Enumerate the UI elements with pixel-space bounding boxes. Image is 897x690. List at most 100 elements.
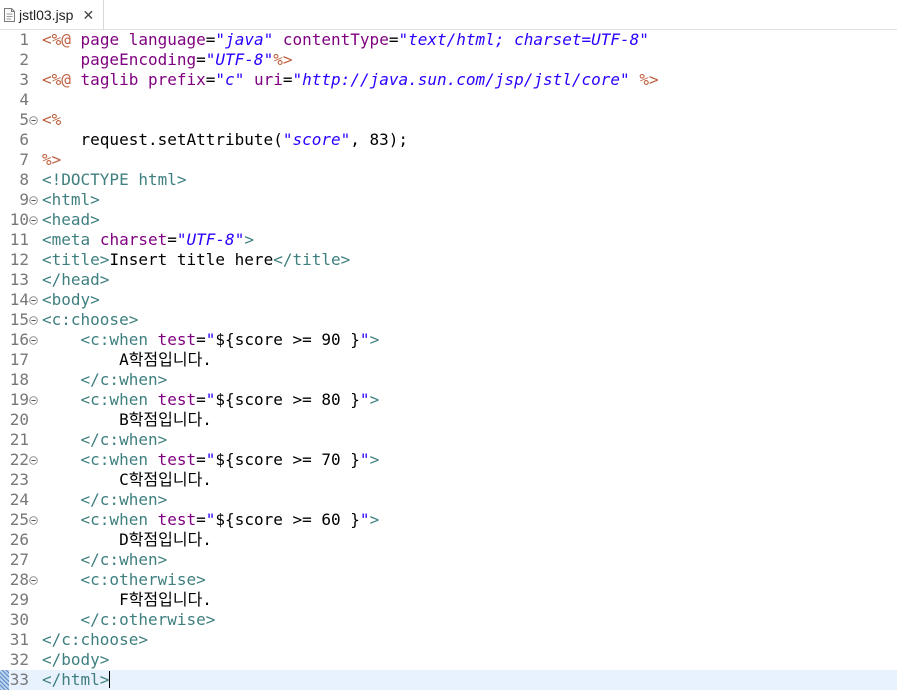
code-token: B학점입니다. bbox=[42, 410, 212, 429]
code-token: <c:when bbox=[80, 510, 148, 529]
fold-collapse-icon[interactable] bbox=[29, 296, 38, 305]
code-line[interactable]: 23 C학점입니다. bbox=[0, 470, 897, 490]
line-gutter: 26 bbox=[0, 530, 40, 550]
code-line[interactable]: 9 <html> bbox=[0, 190, 897, 210]
code-line[interactable]: 10 <head> bbox=[0, 210, 897, 230]
code-line[interactable]: 4 bbox=[0, 90, 897, 110]
line-number: 21 bbox=[9, 430, 29, 449]
fold-collapse-icon[interactable] bbox=[29, 396, 38, 405]
code-line[interactable]: 12 <title>Insert title here</title> bbox=[0, 250, 897, 270]
code-text: </c:when> bbox=[42, 430, 168, 450]
code-line[interactable]: 30 </c:otherwise> bbox=[0, 610, 897, 630]
fold-collapse-icon[interactable] bbox=[29, 316, 38, 325]
fold-collapse-icon[interactable] bbox=[29, 336, 38, 345]
code-line[interactable]: 16 <c:when test="${score >= 90 }"> bbox=[0, 330, 897, 350]
code-text: <head> bbox=[42, 210, 100, 230]
code-line[interactable]: 17 A학점입니다. bbox=[0, 350, 897, 370]
line-gutter: 14 bbox=[0, 290, 40, 310]
code-line[interactable]: 13 </head> bbox=[0, 270, 897, 290]
tab-jstl03-jsp[interactable]: jstl03.jsp ✕ bbox=[0, 0, 104, 30]
code-text: </c:when> bbox=[42, 370, 168, 390]
line-number: 5 bbox=[19, 110, 29, 129]
code-line[interactable]: 32 </body> bbox=[0, 650, 897, 670]
code-line[interactable]: 22 <c:when test="${score >= 70 }"> bbox=[0, 450, 897, 470]
fold-collapse-icon[interactable] bbox=[29, 576, 38, 585]
code-line[interactable]: 19 <c:when test="${score >= 80 }"> bbox=[0, 390, 897, 410]
code-line[interactable]: 6 request.setAttribute("score", 83); bbox=[0, 130, 897, 150]
code-token: request.setAttribute( bbox=[42, 130, 283, 149]
code-line[interactable]: 8 <!DOCTYPE html> bbox=[0, 170, 897, 190]
code-token: A학점입니다. bbox=[42, 350, 212, 369]
code-token: taglib bbox=[80, 70, 139, 89]
fold-collapse-icon[interactable] bbox=[29, 516, 38, 525]
code-text: <% bbox=[42, 110, 61, 130]
code-text: A학점입니다. bbox=[42, 350, 212, 370]
fold-collapse-icon[interactable] bbox=[29, 196, 38, 205]
code-line[interactable]: 7 %> bbox=[0, 150, 897, 170]
fold-collapse-icon[interactable] bbox=[29, 116, 38, 125]
line-number: 9 bbox=[19, 190, 29, 209]
code-token: language bbox=[128, 30, 206, 49]
code-token: " bbox=[359, 330, 370, 349]
code-line[interactable]: 31 </c:choose> bbox=[0, 630, 897, 650]
fold-collapse-icon[interactable] bbox=[29, 216, 38, 225]
line-gutter: 15 bbox=[0, 310, 40, 330]
code-token: "UTF-8" bbox=[205, 50, 274, 69]
line-number: 29 bbox=[9, 590, 29, 609]
code-token: > bbox=[244, 230, 254, 249]
close-icon[interactable]: ✕ bbox=[82, 8, 94, 22]
code-line[interactable]: 21 </c:when> bbox=[0, 430, 897, 450]
code-token: "http://java.sun.com/jsp/jstl/core" bbox=[292, 70, 630, 89]
code-token: <%@ bbox=[42, 70, 71, 89]
fold-collapse-icon[interactable] bbox=[29, 456, 38, 465]
code-token: test bbox=[157, 330, 197, 349]
code-line[interactable]: 2 pageEncoding="UTF-8"%> bbox=[0, 50, 897, 70]
code-line[interactable]: 24 </c:when> bbox=[0, 490, 897, 510]
code-line[interactable]: 1 <%@ page language="java" contentType="t… bbox=[0, 30, 897, 50]
code-line[interactable]: 26 D학점입니다. bbox=[0, 530, 897, 550]
line-number: 3 bbox=[19, 70, 29, 89]
line-number: 24 bbox=[9, 490, 29, 509]
code-line[interactable]: 33 </html> bbox=[0, 670, 897, 690]
code-line[interactable]: 5 <% bbox=[0, 110, 897, 130]
line-number: 17 bbox=[9, 350, 29, 369]
code-line[interactable]: 29 F학점입니다. bbox=[0, 590, 897, 610]
line-number: 8 bbox=[19, 170, 29, 189]
code-line[interactable]: 11 <meta charset="UTF-8"> bbox=[0, 230, 897, 250]
code-line[interactable]: 20 B학점입니다. bbox=[0, 410, 897, 430]
line-gutter: 27 bbox=[0, 550, 40, 570]
code-text: <c:otherwise> bbox=[42, 570, 206, 590]
line-gutter: 24 bbox=[0, 490, 40, 510]
line-number: 33 bbox=[9, 670, 29, 689]
line-gutter: 10 bbox=[0, 210, 40, 230]
line-number: 27 bbox=[9, 550, 29, 569]
code-token: " bbox=[205, 330, 216, 349]
line-number: 7 bbox=[19, 150, 29, 169]
line-gutter: 33 bbox=[0, 670, 40, 690]
code-token: Insert title here bbox=[109, 250, 274, 269]
code-line[interactable]: 27 </c:when> bbox=[0, 550, 897, 570]
code-text: <c:choose> bbox=[42, 310, 138, 330]
code-editor[interactable]: 1 <%@ page language="java" contentType="t… bbox=[0, 30, 897, 690]
line-number: 18 bbox=[9, 370, 29, 389]
line-gutter: 32 bbox=[0, 650, 40, 670]
line-gutter: 3 bbox=[0, 70, 40, 90]
code-line[interactable]: 25 <c:when test="${score >= 60 }"> bbox=[0, 510, 897, 530]
code-token: </body> bbox=[42, 650, 110, 669]
code-token: " bbox=[359, 510, 370, 529]
code-line[interactable]: 28 <c:otherwise> bbox=[0, 570, 897, 590]
code-token: " bbox=[205, 450, 216, 469]
code-token: = bbox=[196, 510, 206, 529]
code-line[interactable]: 3 <%@ taglib prefix="c" uri="http://java.… bbox=[0, 70, 897, 90]
code-line[interactable]: 14 <body> bbox=[0, 290, 897, 310]
line-number: 22 bbox=[9, 450, 29, 469]
code-line[interactable]: 15 <c:choose> bbox=[0, 310, 897, 330]
code-token: "score" bbox=[282, 130, 351, 149]
code-text: </c:when> bbox=[42, 550, 168, 570]
code-line[interactable]: 18 </c:when> bbox=[0, 370, 897, 390]
